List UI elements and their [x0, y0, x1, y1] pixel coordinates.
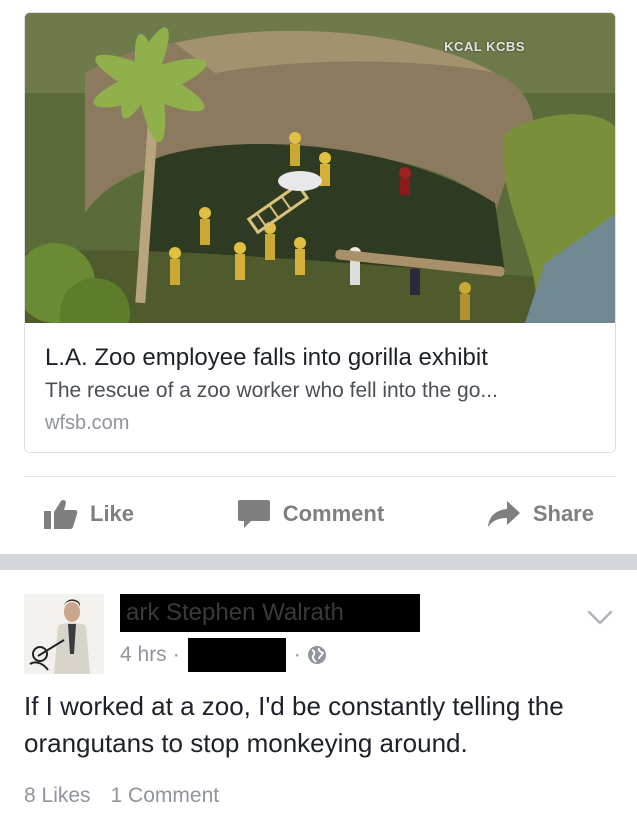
share-label: Share [532, 501, 594, 526]
action-bar: Like Comment Share [24, 484, 616, 544]
like-label: Like [90, 501, 135, 526]
comments-count[interactable]: 1 Comment [111, 784, 220, 808]
likes-count[interactable]: 8 Likes [24, 784, 91, 808]
avatar[interactable] [24, 594, 104, 674]
post-time[interactable]: 4 hrs [120, 643, 167, 667]
link-description: The rescue of a zoo worker who fell into… [45, 379, 498, 402]
globe-icon[interactable] [307, 645, 327, 665]
chevron-down-icon[interactable] [587, 610, 613, 626]
like-button[interactable]: Like [44, 499, 134, 529]
share-arrow-icon [487, 501, 520, 527]
share-button[interactable]: Share [487, 500, 594, 528]
author-name[interactable]: ark Stephen Walrath [120, 594, 420, 632]
link-domain: wfsb.com [45, 412, 130, 434]
link-preview-image[interactable]: KCAL KCBS [25, 13, 615, 323]
link-preview-text[interactable]: L.A. Zoo employee falls into gorilla exh… [25, 323, 615, 437]
redacted-block [187, 638, 286, 672]
feed-separator [0, 554, 637, 570]
speech-bubble-icon [237, 500, 270, 528]
link-preview-card[interactable]: KCAL KCBS L.A. Zoo employee falls into g… [24, 12, 616, 453]
thumbs-up-icon [44, 499, 78, 529]
profile-photo-icon [24, 594, 104, 674]
post-stats: 8 Likes 1 Comment [24, 784, 219, 808]
link-title[interactable]: L.A. Zoo employee falls into gorilla exh… [45, 343, 595, 373]
divider [24, 476, 616, 477]
comment-label: Comment [282, 501, 385, 526]
meta-separator: · [172, 643, 180, 666]
comment-button[interactable]: Comment [237, 499, 384, 529]
image-watermark: KCAL KCBS [444, 39, 525, 54]
meta-separator-2: · [293, 643, 301, 666]
post-text: If I worked at a zoo, I'd be constantly … [24, 691, 564, 758]
rescue-scene-image [25, 13, 615, 323]
post-meta: 4 hrs · · [120, 638, 327, 672]
